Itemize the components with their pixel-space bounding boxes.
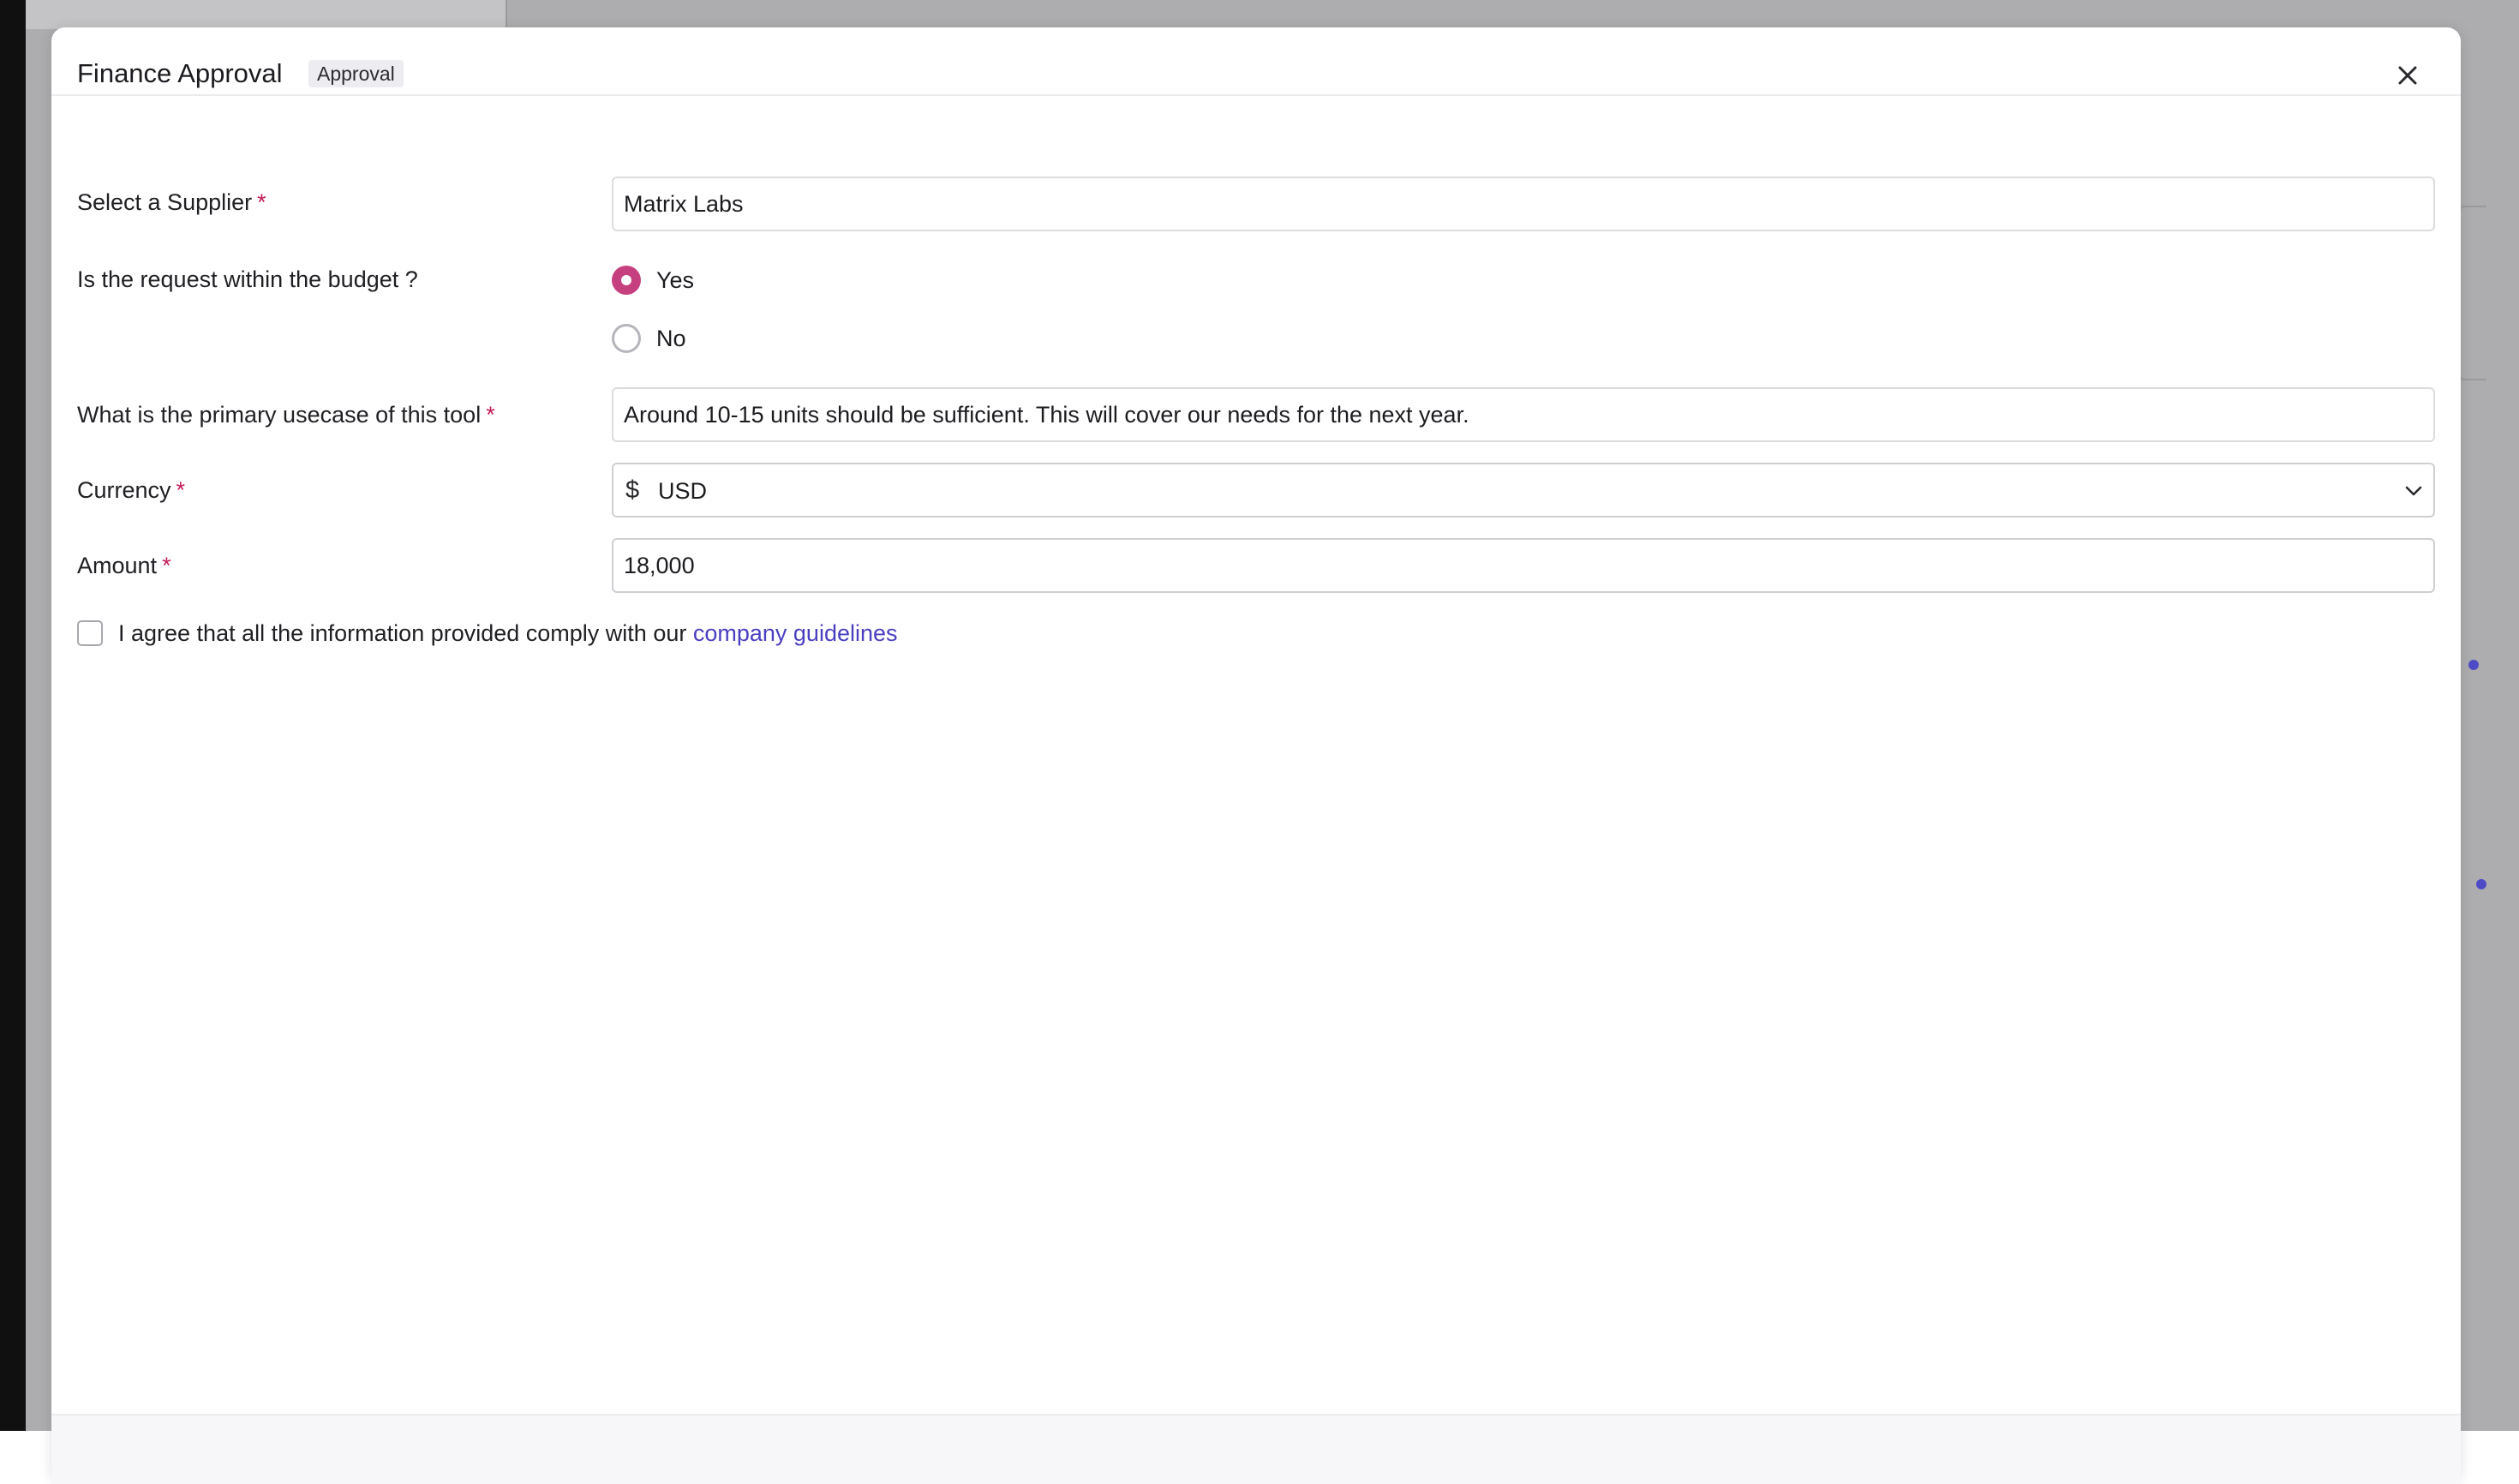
company-guidelines-link[interactable]: company guidelines <box>693 620 898 646</box>
radio-label-no: No <box>656 326 686 351</box>
budget-label: Is the request within the budget ? <box>77 266 418 292</box>
background-status-dot <box>2476 879 2486 889</box>
background-panel <box>26 0 507 29</box>
supplier-label: Select a Supplier * <box>77 189 266 215</box>
close-icon <box>2398 66 2417 85</box>
radio-unchecked-icon <box>612 324 641 353</box>
radio-label-yes: Yes <box>656 267 695 293</box>
approval-badge: Approval <box>308 60 404 87</box>
currency-select[interactable]: $ USD <box>612 463 2435 518</box>
agreement-row: I agree that all the information provide… <box>77 617 1105 651</box>
background-sidebar <box>0 0 26 1431</box>
modal-header: Finance Approval Approval <box>51 27 2461 96</box>
required-marker: * <box>176 477 186 503</box>
amount-label: Amount * <box>77 553 171 578</box>
modal-title: Finance Approval <box>77 58 283 88</box>
dollar-icon: $ <box>625 476 640 504</box>
background-card <box>2459 206 2486 380</box>
required-marker: * <box>486 402 495 428</box>
agreement-checkbox[interactable] <box>77 620 103 646</box>
supplier-input[interactable] <box>612 177 2435 231</box>
amount-input[interactable] <box>612 538 2435 593</box>
chevron-down-icon <box>2405 486 2422 496</box>
required-marker: * <box>257 189 266 215</box>
finance-approval-modal: Finance Approval Approval Select a Suppl… <box>51 27 2461 1484</box>
usecase-input[interactable] <box>612 387 2435 442</box>
currency-value: USD <box>658 478 708 504</box>
close-button[interactable] <box>2390 58 2425 93</box>
modal-footer <box>51 1415 2461 1484</box>
agreement-text: I agree that all the information provide… <box>118 620 898 646</box>
radio-checked-icon <box>612 266 641 295</box>
currency-label: Currency * <box>77 477 186 503</box>
required-marker: * <box>162 553 171 578</box>
background-status-dot <box>2468 660 2479 670</box>
usecase-label: What is the primary usecase of this tool… <box>77 402 495 428</box>
